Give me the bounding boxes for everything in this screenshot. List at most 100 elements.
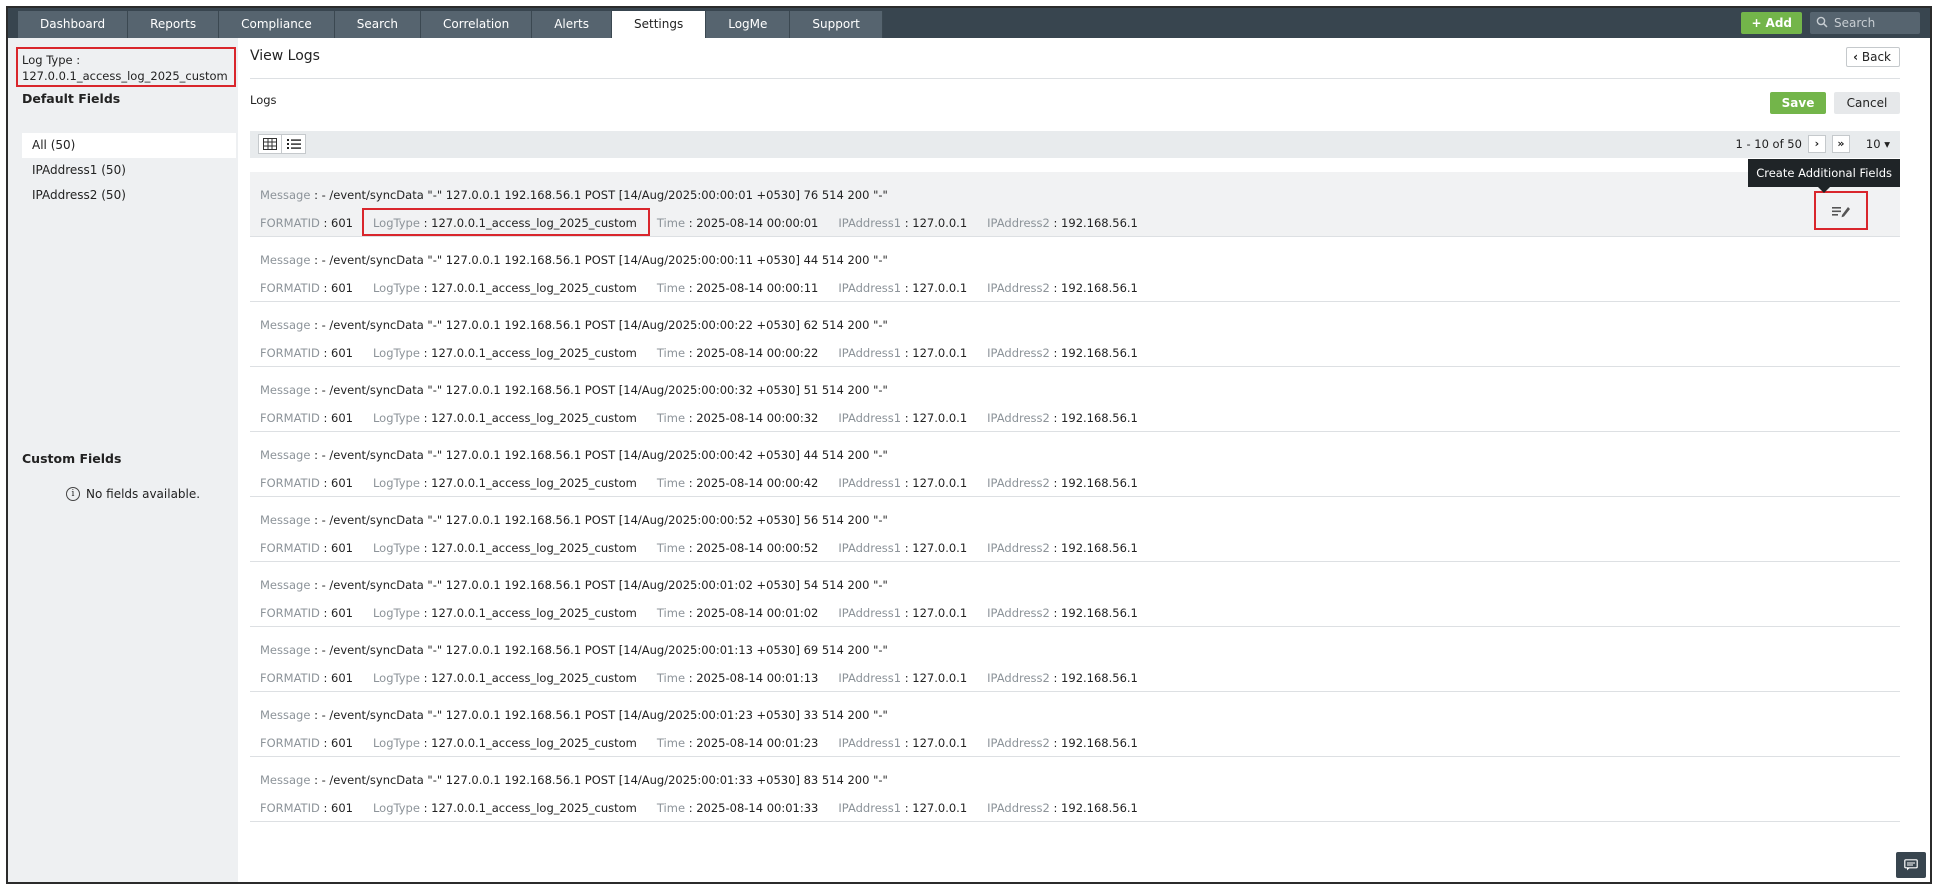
tab-correlation[interactable]: Correlation [421, 11, 533, 38]
time-pair: Time : 2025-08-14 00:00:22 [657, 346, 818, 360]
formatid-key: FORMATID [260, 671, 320, 685]
time-value: : 2025-08-14 00:00:01 [688, 216, 819, 230]
log-row[interactable]: Message : - /event/syncData "-" 127.0.0.… [250, 497, 1900, 562]
log-message-line: Message : - /event/syncData "-" 127.0.0.… [260, 513, 888, 527]
formatid-key: FORMATID [260, 606, 320, 620]
grid-view-button[interactable] [258, 134, 282, 154]
logtype-value: : 127.0.0.1_access_log_2025_custom [423, 541, 637, 555]
logtype-summary: Log Type : 127.0.0.1_access_log_2025_cus… [16, 47, 236, 87]
formatid-value: : 601 [323, 606, 353, 620]
ipaddress1-value: : 127.0.0.1 [904, 736, 968, 750]
log-row[interactable]: Message : - /event/syncData "-" 127.0.0.… [250, 562, 1900, 627]
logtype-value: : 127.0.0.1_access_log_2025_custom [423, 801, 637, 815]
tab-reports[interactable]: Reports [128, 11, 220, 38]
ipaddress1-value: : 127.0.0.1 [904, 541, 968, 555]
logtype-pair: LogType : 127.0.0.1_access_log_2025_cust… [373, 411, 637, 425]
page-size-select[interactable]: 10 ▾ [1866, 137, 1890, 151]
chat-button[interactable] [1896, 852, 1926, 878]
field-item-ipaddress2[interactable]: IPAddress2 (50) [22, 183, 236, 208]
app-window: Dashboard Reports Compliance Search Corr… [6, 6, 1932, 884]
ipaddress2-pair: IPAddress2 : 192.168.56.1 [987, 671, 1138, 685]
fields-sidebar: Log Type : 127.0.0.1_access_log_2025_cus… [8, 38, 238, 882]
ipaddress1-pair: IPAddress1 : 127.0.0.1 [838, 476, 967, 490]
logtype-key: LogType [372, 346, 420, 360]
last-page-button[interactable]: » [1831, 135, 1850, 153]
ipaddress2-key: IPAddress2 [987, 281, 1050, 295]
formatid-key: FORMATID [260, 281, 320, 295]
back-button[interactable]: ‹ Back [1846, 47, 1900, 67]
ipaddress2-pair: IPAddress2 : 192.168.56.1 [987, 346, 1138, 360]
log-message-line: Message : - /event/syncData "-" 127.0.0.… [260, 188, 888, 202]
main-content: View Logs ‹ Back Logs Save Cancel 1 - 10… [238, 38, 1930, 882]
cancel-button[interactable]: Cancel [1834, 92, 1900, 114]
logtype-pair: LogType : 127.0.0.1_access_log_2025_cust… [373, 476, 637, 490]
formatid-value: : 601 [323, 476, 353, 490]
ipaddress2-value: : 192.168.56.1 [1053, 671, 1138, 685]
log-row[interactable]: Message : - /event/syncData "-" 127.0.0.… [250, 237, 1900, 302]
default-fields-heading: Default Fields [22, 91, 121, 106]
list-view-button[interactable] [282, 134, 306, 154]
ipaddress2-value: : 192.168.56.1 [1053, 541, 1138, 555]
chat-icon [1904, 859, 1918, 871]
log-row[interactable]: Message : - /event/syncData "-" 127.0.0.… [250, 302, 1900, 367]
log-message-line: Message : - /event/syncData "-" 127.0.0.… [260, 448, 888, 462]
formatid-value: : 601 [323, 216, 353, 230]
tab-alerts[interactable]: Alerts [532, 11, 613, 38]
message-value: : - /event/syncData "-" 127.0.0.1 192.16… [314, 318, 888, 332]
time-key: Time [656, 346, 686, 360]
message-key: Message [260, 513, 311, 527]
time-pair: Time : 2025-08-14 00:00:42 [657, 476, 818, 490]
ipaddress2-value: : 192.168.56.1 [1053, 216, 1138, 230]
time-value: : 2025-08-14 00:00:52 [688, 541, 819, 555]
time-pair: Time : 2025-08-14 00:00:01 [657, 216, 818, 230]
field-item-ipaddress1[interactable]: IPAddress1 (50) [22, 158, 236, 183]
ipaddress2-value: : 192.168.56.1 [1053, 606, 1138, 620]
ipaddress2-value: : 192.168.56.1 [1053, 346, 1138, 360]
add-button[interactable]: + Add [1741, 12, 1802, 34]
log-row[interactable]: Message : - /event/syncData "-" 127.0.0.… [250, 367, 1900, 432]
time-pair: Time : 2025-08-14 00:01:02 [657, 606, 818, 620]
time-key: Time [656, 736, 686, 750]
ipaddress1-value: : 127.0.0.1 [904, 281, 968, 295]
tab-compliance[interactable]: Compliance [219, 11, 335, 38]
logtype-highlight [362, 208, 650, 236]
log-row[interactable]: Message : - /event/syncData "-" 127.0.0.… [250, 692, 1900, 757]
ipaddress2-key: IPAddress2 [987, 606, 1050, 620]
logtype-value: 127.0.0.1_access_log_2025_custom [22, 69, 228, 83]
ipaddress2-value: : 192.168.56.1 [1053, 736, 1138, 750]
tab-support[interactable]: Support [790, 11, 883, 38]
ipaddress1-key: IPAddress1 [838, 476, 902, 490]
message-key: Message [260, 318, 311, 332]
field-item-all[interactable]: All (50) [22, 133, 236, 158]
logtype-pair: LogType : 127.0.0.1_access_log_2025_cust… [373, 541, 637, 555]
tab-dashboard[interactable]: Dashboard [18, 11, 129, 38]
formatid-value: : 601 [323, 346, 353, 360]
log-row[interactable]: Message : - /event/syncData "-" 127.0.0.… [250, 432, 1900, 497]
logtype-value: : 127.0.0.1_access_log_2025_custom [423, 281, 637, 295]
tab-settings[interactable]: Settings [612, 11, 707, 38]
log-row[interactable]: Message : - /event/syncData "-" 127.0.0.… [250, 757, 1900, 822]
log-row[interactable]: Message : - /event/syncData "-" 127.0.0.… [250, 627, 1900, 692]
log-row[interactable]: Message : - /event/syncData "-" 127.0.0.… [250, 159, 1900, 237]
message-key: Message [260, 383, 311, 397]
formatid-pair: FORMATID : 601 [260, 216, 353, 230]
ipaddress1-key: IPAddress1 [838, 606, 902, 620]
time-value: : 2025-08-14 00:01:23 [688, 736, 819, 750]
create-additional-fields-button[interactable] [1814, 191, 1868, 230]
next-page-button[interactable]: › [1807, 135, 1826, 153]
page-size-value: 10 [1865, 137, 1881, 151]
ipaddress2-pair: IPAddress2 : 192.168.56.1 [987, 216, 1138, 230]
ipaddress1-pair: IPAddress1 : 127.0.0.1 [838, 801, 967, 815]
log-fields-line: FORMATID : 601 LogType : 127.0.0.1_access… [260, 346, 1158, 360]
tab-search[interactable]: Search [334, 11, 422, 38]
log-fields-line: FORMATID : 601 LogType : 127.0.0.1_access… [260, 736, 1158, 750]
ipaddress1-key: IPAddress1 [838, 216, 902, 230]
save-button[interactable]: Save [1770, 92, 1826, 114]
top-search-input[interactable]: Search [1810, 12, 1920, 34]
logtype-key: LogType [372, 671, 420, 685]
log-fields-line: FORMATID : 601 LogType : 127.0.0.1_access… [260, 606, 1158, 620]
default-fields-list: All (50) IPAddress1 (50) IPAddress2 (50) [22, 133, 236, 208]
ipaddress2-key: IPAddress2 [987, 216, 1050, 230]
tab-logme[interactable]: LogMe [706, 11, 791, 38]
time-value: : 2025-08-14 00:00:32 [688, 411, 819, 425]
